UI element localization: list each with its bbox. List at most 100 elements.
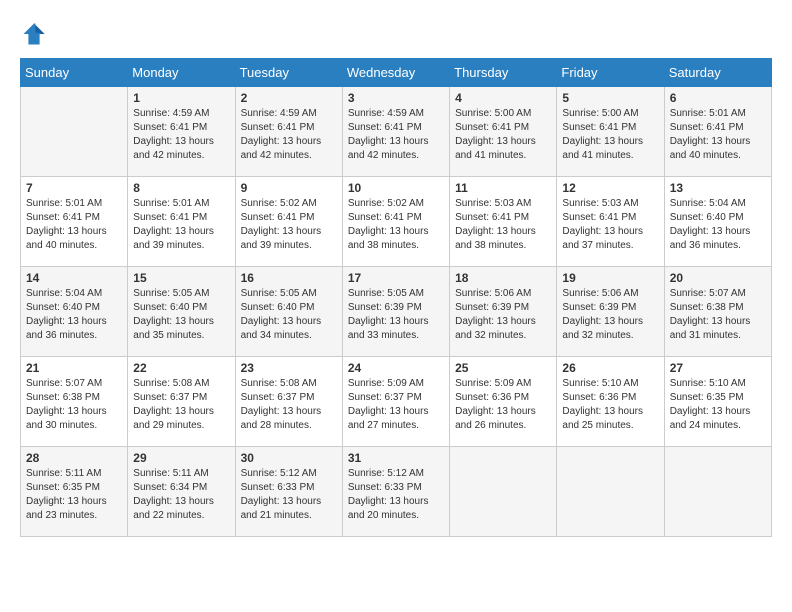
logo-icon bbox=[20, 20, 48, 48]
day-info: Sunrise: 5:05 AM Sunset: 6:40 PM Dayligh… bbox=[133, 287, 229, 343]
calendar-cell: 4 Sunrise: 5:00 AM Sunset: 6:41 PM Dayli… bbox=[450, 87, 557, 177]
day-info: Sunrise: 5:08 AM Sunset: 6:37 PM Dayligh… bbox=[133, 377, 229, 433]
calendar-cell: 12 Sunrise: 5:03 AM Sunset: 6:41 PM Dayl… bbox=[557, 177, 664, 267]
calendar-cell: 7 Sunrise: 5:01 AM Sunset: 6:41 PM Dayli… bbox=[21, 177, 128, 267]
calendar-cell: 29 Sunrise: 5:11 AM Sunset: 6:34 PM Dayl… bbox=[128, 447, 235, 537]
week-row-1: 1 Sunrise: 4:59 AM Sunset: 6:41 PM Dayli… bbox=[21, 87, 772, 177]
day-number: 20 bbox=[670, 271, 766, 285]
day-number: 14 bbox=[26, 271, 122, 285]
calendar-cell: 28 Sunrise: 5:11 AM Sunset: 6:35 PM Dayl… bbox=[21, 447, 128, 537]
day-info: Sunrise: 5:01 AM Sunset: 6:41 PM Dayligh… bbox=[670, 107, 766, 163]
weekday-header-row: SundayMondayTuesdayWednesdayThursdayFrid… bbox=[21, 59, 772, 87]
calendar-cell: 23 Sunrise: 5:08 AM Sunset: 6:37 PM Dayl… bbox=[235, 357, 342, 447]
day-number: 10 bbox=[348, 181, 444, 195]
page-header bbox=[20, 20, 772, 48]
day-info: Sunrise: 5:08 AM Sunset: 6:37 PM Dayligh… bbox=[241, 377, 337, 433]
calendar-cell: 24 Sunrise: 5:09 AM Sunset: 6:37 PM Dayl… bbox=[342, 357, 449, 447]
day-number: 6 bbox=[670, 91, 766, 105]
calendar-table: SundayMondayTuesdayWednesdayThursdayFrid… bbox=[20, 58, 772, 537]
week-row-2: 7 Sunrise: 5:01 AM Sunset: 6:41 PM Dayli… bbox=[21, 177, 772, 267]
calendar-cell: 27 Sunrise: 5:10 AM Sunset: 6:35 PM Dayl… bbox=[664, 357, 771, 447]
calendar-cell: 10 Sunrise: 5:02 AM Sunset: 6:41 PM Dayl… bbox=[342, 177, 449, 267]
day-info: Sunrise: 5:00 AM Sunset: 6:41 PM Dayligh… bbox=[562, 107, 658, 163]
day-number: 24 bbox=[348, 361, 444, 375]
day-info: Sunrise: 5:09 AM Sunset: 6:37 PM Dayligh… bbox=[348, 377, 444, 433]
day-number: 9 bbox=[241, 181, 337, 195]
day-number: 28 bbox=[26, 451, 122, 465]
calendar-cell: 5 Sunrise: 5:00 AM Sunset: 6:41 PM Dayli… bbox=[557, 87, 664, 177]
weekday-header-monday: Monday bbox=[128, 59, 235, 87]
week-row-3: 14 Sunrise: 5:04 AM Sunset: 6:40 PM Dayl… bbox=[21, 267, 772, 357]
day-number: 25 bbox=[455, 361, 551, 375]
calendar-cell: 9 Sunrise: 5:02 AM Sunset: 6:41 PM Dayli… bbox=[235, 177, 342, 267]
day-info: Sunrise: 5:07 AM Sunset: 6:38 PM Dayligh… bbox=[670, 287, 766, 343]
day-number: 15 bbox=[133, 271, 229, 285]
day-info: Sunrise: 5:07 AM Sunset: 6:38 PM Dayligh… bbox=[26, 377, 122, 433]
week-row-4: 21 Sunrise: 5:07 AM Sunset: 6:38 PM Dayl… bbox=[21, 357, 772, 447]
day-info: Sunrise: 5:04 AM Sunset: 6:40 PM Dayligh… bbox=[670, 197, 766, 253]
day-number: 18 bbox=[455, 271, 551, 285]
day-info: Sunrise: 5:04 AM Sunset: 6:40 PM Dayligh… bbox=[26, 287, 122, 343]
day-info: Sunrise: 5:12 AM Sunset: 6:33 PM Dayligh… bbox=[348, 467, 444, 523]
day-number: 13 bbox=[670, 181, 766, 195]
day-number: 21 bbox=[26, 361, 122, 375]
day-info: Sunrise: 5:06 AM Sunset: 6:39 PM Dayligh… bbox=[455, 287, 551, 343]
day-number: 3 bbox=[348, 91, 444, 105]
logo bbox=[20, 20, 52, 48]
calendar-cell: 2 Sunrise: 4:59 AM Sunset: 6:41 PM Dayli… bbox=[235, 87, 342, 177]
weekday-header-wednesday: Wednesday bbox=[342, 59, 449, 87]
day-number: 16 bbox=[241, 271, 337, 285]
weekday-header-sunday: Sunday bbox=[21, 59, 128, 87]
day-info: Sunrise: 5:02 AM Sunset: 6:41 PM Dayligh… bbox=[348, 197, 444, 253]
calendar-cell: 19 Sunrise: 5:06 AM Sunset: 6:39 PM Dayl… bbox=[557, 267, 664, 357]
calendar-cell: 20 Sunrise: 5:07 AM Sunset: 6:38 PM Dayl… bbox=[664, 267, 771, 357]
week-row-5: 28 Sunrise: 5:11 AM Sunset: 6:35 PM Dayl… bbox=[21, 447, 772, 537]
day-info: Sunrise: 5:01 AM Sunset: 6:41 PM Dayligh… bbox=[26, 197, 122, 253]
day-number: 11 bbox=[455, 181, 551, 195]
weekday-header-thursday: Thursday bbox=[450, 59, 557, 87]
day-number: 17 bbox=[348, 271, 444, 285]
calendar-cell: 18 Sunrise: 5:06 AM Sunset: 6:39 PM Dayl… bbox=[450, 267, 557, 357]
day-info: Sunrise: 5:05 AM Sunset: 6:39 PM Dayligh… bbox=[348, 287, 444, 343]
calendar-cell: 1 Sunrise: 4:59 AM Sunset: 6:41 PM Dayli… bbox=[128, 87, 235, 177]
day-number: 31 bbox=[348, 451, 444, 465]
calendar-cell: 31 Sunrise: 5:12 AM Sunset: 6:33 PM Dayl… bbox=[342, 447, 449, 537]
day-info: Sunrise: 5:11 AM Sunset: 6:34 PM Dayligh… bbox=[133, 467, 229, 523]
calendar-cell bbox=[450, 447, 557, 537]
day-info: Sunrise: 4:59 AM Sunset: 6:41 PM Dayligh… bbox=[133, 107, 229, 163]
calendar-cell bbox=[664, 447, 771, 537]
calendar-cell bbox=[21, 87, 128, 177]
day-info: Sunrise: 5:00 AM Sunset: 6:41 PM Dayligh… bbox=[455, 107, 551, 163]
day-number: 22 bbox=[133, 361, 229, 375]
day-info: Sunrise: 5:11 AM Sunset: 6:35 PM Dayligh… bbox=[26, 467, 122, 523]
day-number: 23 bbox=[241, 361, 337, 375]
calendar-cell: 3 Sunrise: 4:59 AM Sunset: 6:41 PM Dayli… bbox=[342, 87, 449, 177]
day-number: 8 bbox=[133, 181, 229, 195]
calendar-cell: 15 Sunrise: 5:05 AM Sunset: 6:40 PM Dayl… bbox=[128, 267, 235, 357]
day-number: 30 bbox=[241, 451, 337, 465]
day-number: 2 bbox=[241, 91, 337, 105]
day-info: Sunrise: 5:02 AM Sunset: 6:41 PM Dayligh… bbox=[241, 197, 337, 253]
day-number: 26 bbox=[562, 361, 658, 375]
day-info: Sunrise: 5:03 AM Sunset: 6:41 PM Dayligh… bbox=[455, 197, 551, 253]
calendar-cell: 30 Sunrise: 5:12 AM Sunset: 6:33 PM Dayl… bbox=[235, 447, 342, 537]
day-info: Sunrise: 4:59 AM Sunset: 6:41 PM Dayligh… bbox=[241, 107, 337, 163]
day-info: Sunrise: 5:10 AM Sunset: 6:36 PM Dayligh… bbox=[562, 377, 658, 433]
day-info: Sunrise: 5:03 AM Sunset: 6:41 PM Dayligh… bbox=[562, 197, 658, 253]
calendar-cell: 14 Sunrise: 5:04 AM Sunset: 6:40 PM Dayl… bbox=[21, 267, 128, 357]
day-number: 7 bbox=[26, 181, 122, 195]
calendar-cell: 21 Sunrise: 5:07 AM Sunset: 6:38 PM Dayl… bbox=[21, 357, 128, 447]
day-number: 19 bbox=[562, 271, 658, 285]
calendar-cell: 8 Sunrise: 5:01 AM Sunset: 6:41 PM Dayli… bbox=[128, 177, 235, 267]
day-info: Sunrise: 5:12 AM Sunset: 6:33 PM Dayligh… bbox=[241, 467, 337, 523]
calendar-cell: 25 Sunrise: 5:09 AM Sunset: 6:36 PM Dayl… bbox=[450, 357, 557, 447]
day-info: Sunrise: 5:01 AM Sunset: 6:41 PM Dayligh… bbox=[133, 197, 229, 253]
calendar-cell: 22 Sunrise: 5:08 AM Sunset: 6:37 PM Dayl… bbox=[128, 357, 235, 447]
weekday-header-friday: Friday bbox=[557, 59, 664, 87]
day-number: 12 bbox=[562, 181, 658, 195]
day-info: Sunrise: 5:09 AM Sunset: 6:36 PM Dayligh… bbox=[455, 377, 551, 433]
day-info: Sunrise: 5:06 AM Sunset: 6:39 PM Dayligh… bbox=[562, 287, 658, 343]
weekday-header-tuesday: Tuesday bbox=[235, 59, 342, 87]
calendar-cell: 11 Sunrise: 5:03 AM Sunset: 6:41 PM Dayl… bbox=[450, 177, 557, 267]
day-number: 1 bbox=[133, 91, 229, 105]
